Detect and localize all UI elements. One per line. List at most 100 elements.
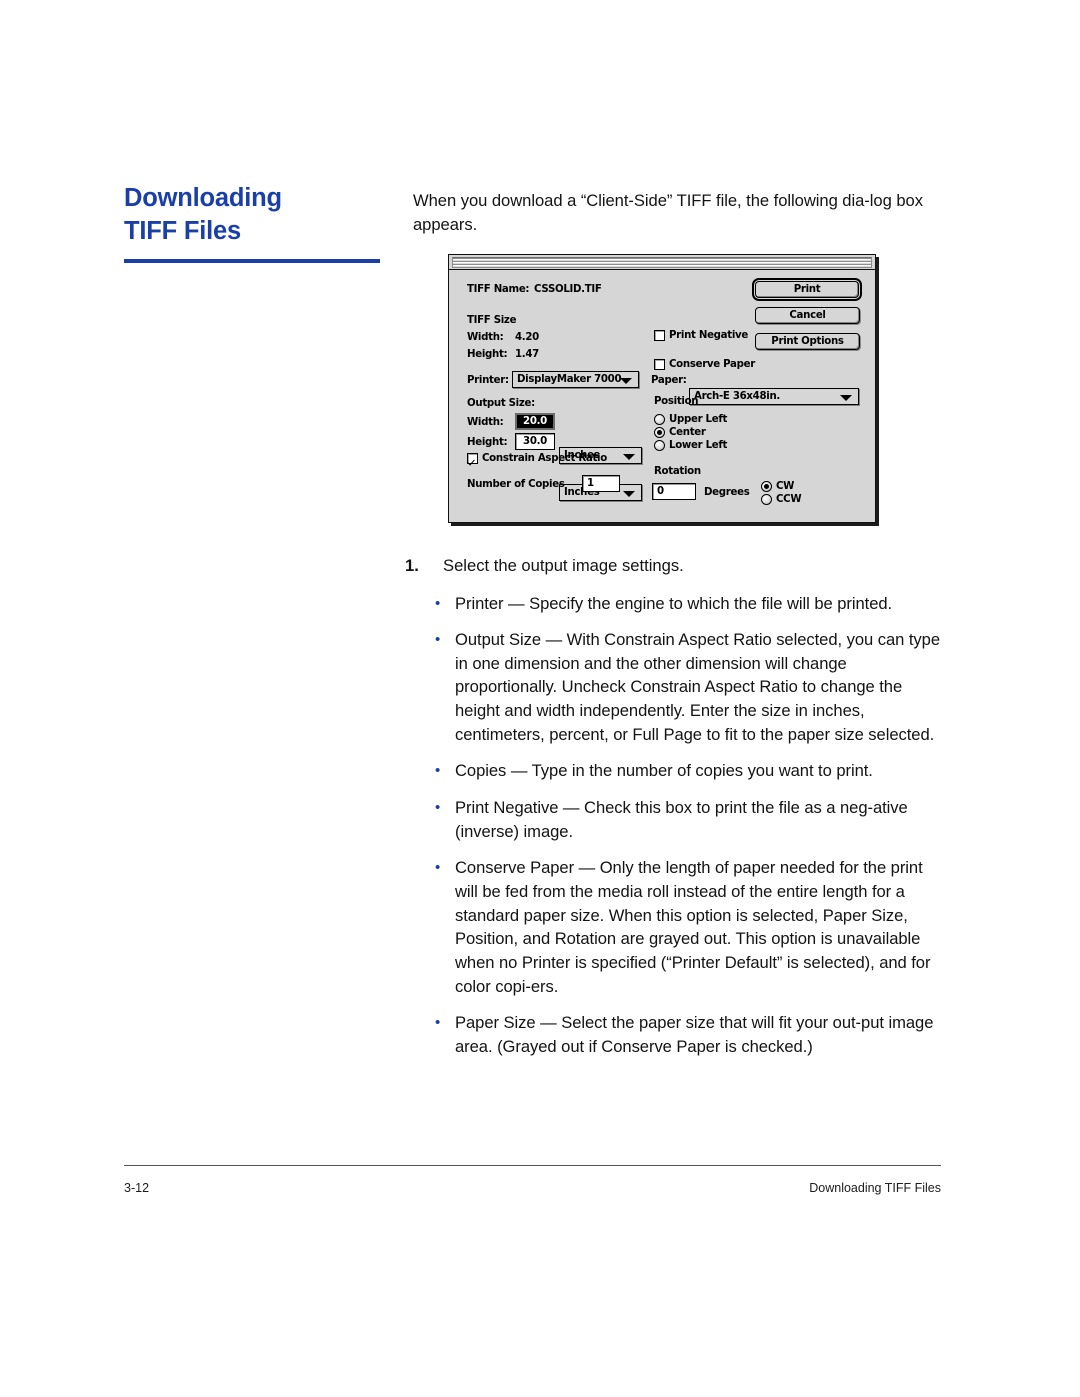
list-item-text: Conserve Paper — Only the length of pape… [455,858,931,996]
list-item-text: Output Size — With Constrain Aspect Rati… [455,630,940,744]
printer-label: Printer: [467,375,509,386]
rotation-option-cw[interactable]: CW [761,481,801,492]
radio-lower-left[interactable] [654,440,665,451]
list-item: • Conserve Paper — Only the length of pa… [435,856,940,998]
constrain-aspect-ratio-label: Constrain Aspect Ratio [482,453,607,464]
position-option-label: Center [669,427,706,438]
tiff-name-value: CSSOLID.TIF [534,284,602,295]
print-button[interactable]: Print [755,281,859,298]
printer-dropdown[interactable]: DisplayMaker 7000 [512,371,639,388]
dialog-content: TIFF Name: CSSOLID.TIF TIFF Size Width: … [449,270,875,522]
print-button-default-ring: Print [752,278,862,301]
conserve-paper-checkbox[interactable] [654,359,665,370]
step-number: 1. [405,556,419,575]
paper-dropdown-value: Arch-E 36x48in. [694,391,780,402]
tiff-print-dialog: TIFF Name: CSSOLID.TIF TIFF Size Width: … [448,254,876,523]
rotation-degrees-value: 0 [657,486,664,497]
print-options-button[interactable]: Print Options [755,333,860,350]
intro-block: When you download a “Client-Side” TIFF f… [413,189,940,236]
print-negative-checkbox-row[interactable]: Print Negative [654,330,748,341]
list-item-text: Printer — Specify the engine to which th… [455,593,893,613]
cancel-button[interactable]: Cancel [755,307,860,324]
position-option-label: Lower Left [669,440,728,451]
output-width-label: Width: [467,417,504,428]
output-height-input[interactable]: 30.0 [515,433,555,450]
rotation-direction-radio-group: CW CCW [761,481,802,507]
copies-value: 1 [587,478,594,489]
position-option-label: Upper Left [669,414,728,425]
tiff-width-label: Width: [467,332,504,343]
output-width-value: 20.0 [517,415,553,428]
constrain-aspect-ratio-checkbox[interactable] [467,453,478,464]
page-heading: Downloading TIFF Files [124,182,380,263]
bullet-icon: • [435,799,441,817]
radio-upper-left[interactable] [654,414,665,425]
bullet-icon: • [435,594,441,612]
bullet-icon: • [435,1014,441,1032]
list-item: • Output Size — With Constrain Aspect Ra… [435,628,940,746]
list-item: • Printer — Specify the engine to which … [435,592,940,616]
radio-ccw[interactable] [761,494,772,505]
conserve-paper-label: Conserve Paper [669,359,755,370]
copies-input[interactable]: 1 [582,475,620,492]
rotation-option-ccw[interactable]: CCW [761,494,802,505]
output-width-input[interactable]: 20.0 [515,413,555,430]
footer-page-number: 3-12 [124,1181,150,1195]
position-option-upper-left[interactable]: Upper Left [654,414,727,425]
radio-center[interactable] [654,427,665,438]
bullet-list: • Printer — Specify the engine to which … [435,592,940,1059]
position-option-center[interactable]: Center [654,427,727,438]
tiff-height-label: Height: [467,349,508,360]
intro-paragraph: When you download a “Client-Side” TIFF f… [413,191,923,234]
degrees-label: Degrees [704,487,750,498]
bullet-icon: • [435,762,441,780]
rotation-option-label: CCW [776,494,802,505]
bullet-icon: • [435,859,441,877]
print-negative-label: Print Negative [669,330,748,341]
printer-dropdown-value: DisplayMaker 7000 [517,374,622,385]
conserve-paper-checkbox-row[interactable]: Conserve Paper [654,359,755,370]
heading-divider [124,258,380,263]
dialog-window: TIFF Name: CSSOLID.TIF TIFF Size Width: … [448,254,876,523]
list-item-text: Copies — Type in the number of copies yo… [455,761,873,781]
print-negative-checkbox[interactable] [654,330,665,341]
tiff-height-value: 1.47 [515,349,539,360]
rotation-label: Rotation [654,466,701,477]
chevron-down-icon [623,490,635,497]
page-title-line-1: Downloading [124,184,282,212]
list-item: • Copies — Type in the number of copies … [435,759,940,783]
paper-label: Paper: [651,375,687,386]
page-title-line-2: TIFF Files [124,216,242,245]
position-radio-group: Upper Left Center Lower Left [654,414,727,453]
rotation-degrees-input[interactable]: 0 [652,483,696,500]
copies-label: Number of Copies [467,479,565,490]
page-title: Downloading TIFF Files [124,182,380,248]
output-size-label: Output Size: [467,398,535,409]
position-label: Position [654,396,699,407]
dialog-titlebar[interactable] [449,255,875,270]
titlebar-stripes [452,257,872,268]
list-item-text: Print Negative — Check this box to print… [455,798,908,841]
list-item-text: Paper Size — Select the paper size that … [455,1013,934,1056]
footer-divider [124,1165,941,1166]
list-item: • Paper Size — Select the paper size tha… [435,1011,940,1058]
bullet-icon: • [435,631,441,649]
footer-section-title: Downloading TIFF Files [809,1181,941,1195]
paper-dropdown[interactable]: Arch-E 36x48in. [689,388,859,405]
rotation-option-label: CW [776,481,795,492]
output-height-label: Height: [467,437,508,448]
tiff-size-label: TIFF Size [467,315,517,326]
chevron-down-icon [623,453,635,460]
chevron-down-icon [620,377,632,384]
step-text: Select the output image settings. [443,556,684,575]
constrain-aspect-ratio-row[interactable]: Constrain Aspect Ratio [467,453,607,464]
output-height-value: 30.0 [523,436,547,447]
tiff-width-value: 4.20 [515,332,539,343]
list-item: • Print Negative — Check this box to pri… [435,796,940,843]
chevron-down-icon [840,394,852,401]
document-page: Downloading TIFF Files When you download… [0,0,1080,1397]
position-option-lower-left[interactable]: Lower Left [654,440,727,451]
tiff-name-label: TIFF Name: [467,284,530,295]
radio-cw[interactable] [761,481,772,492]
instruction-list: 1. Select the output image settings. • P… [405,554,940,1071]
